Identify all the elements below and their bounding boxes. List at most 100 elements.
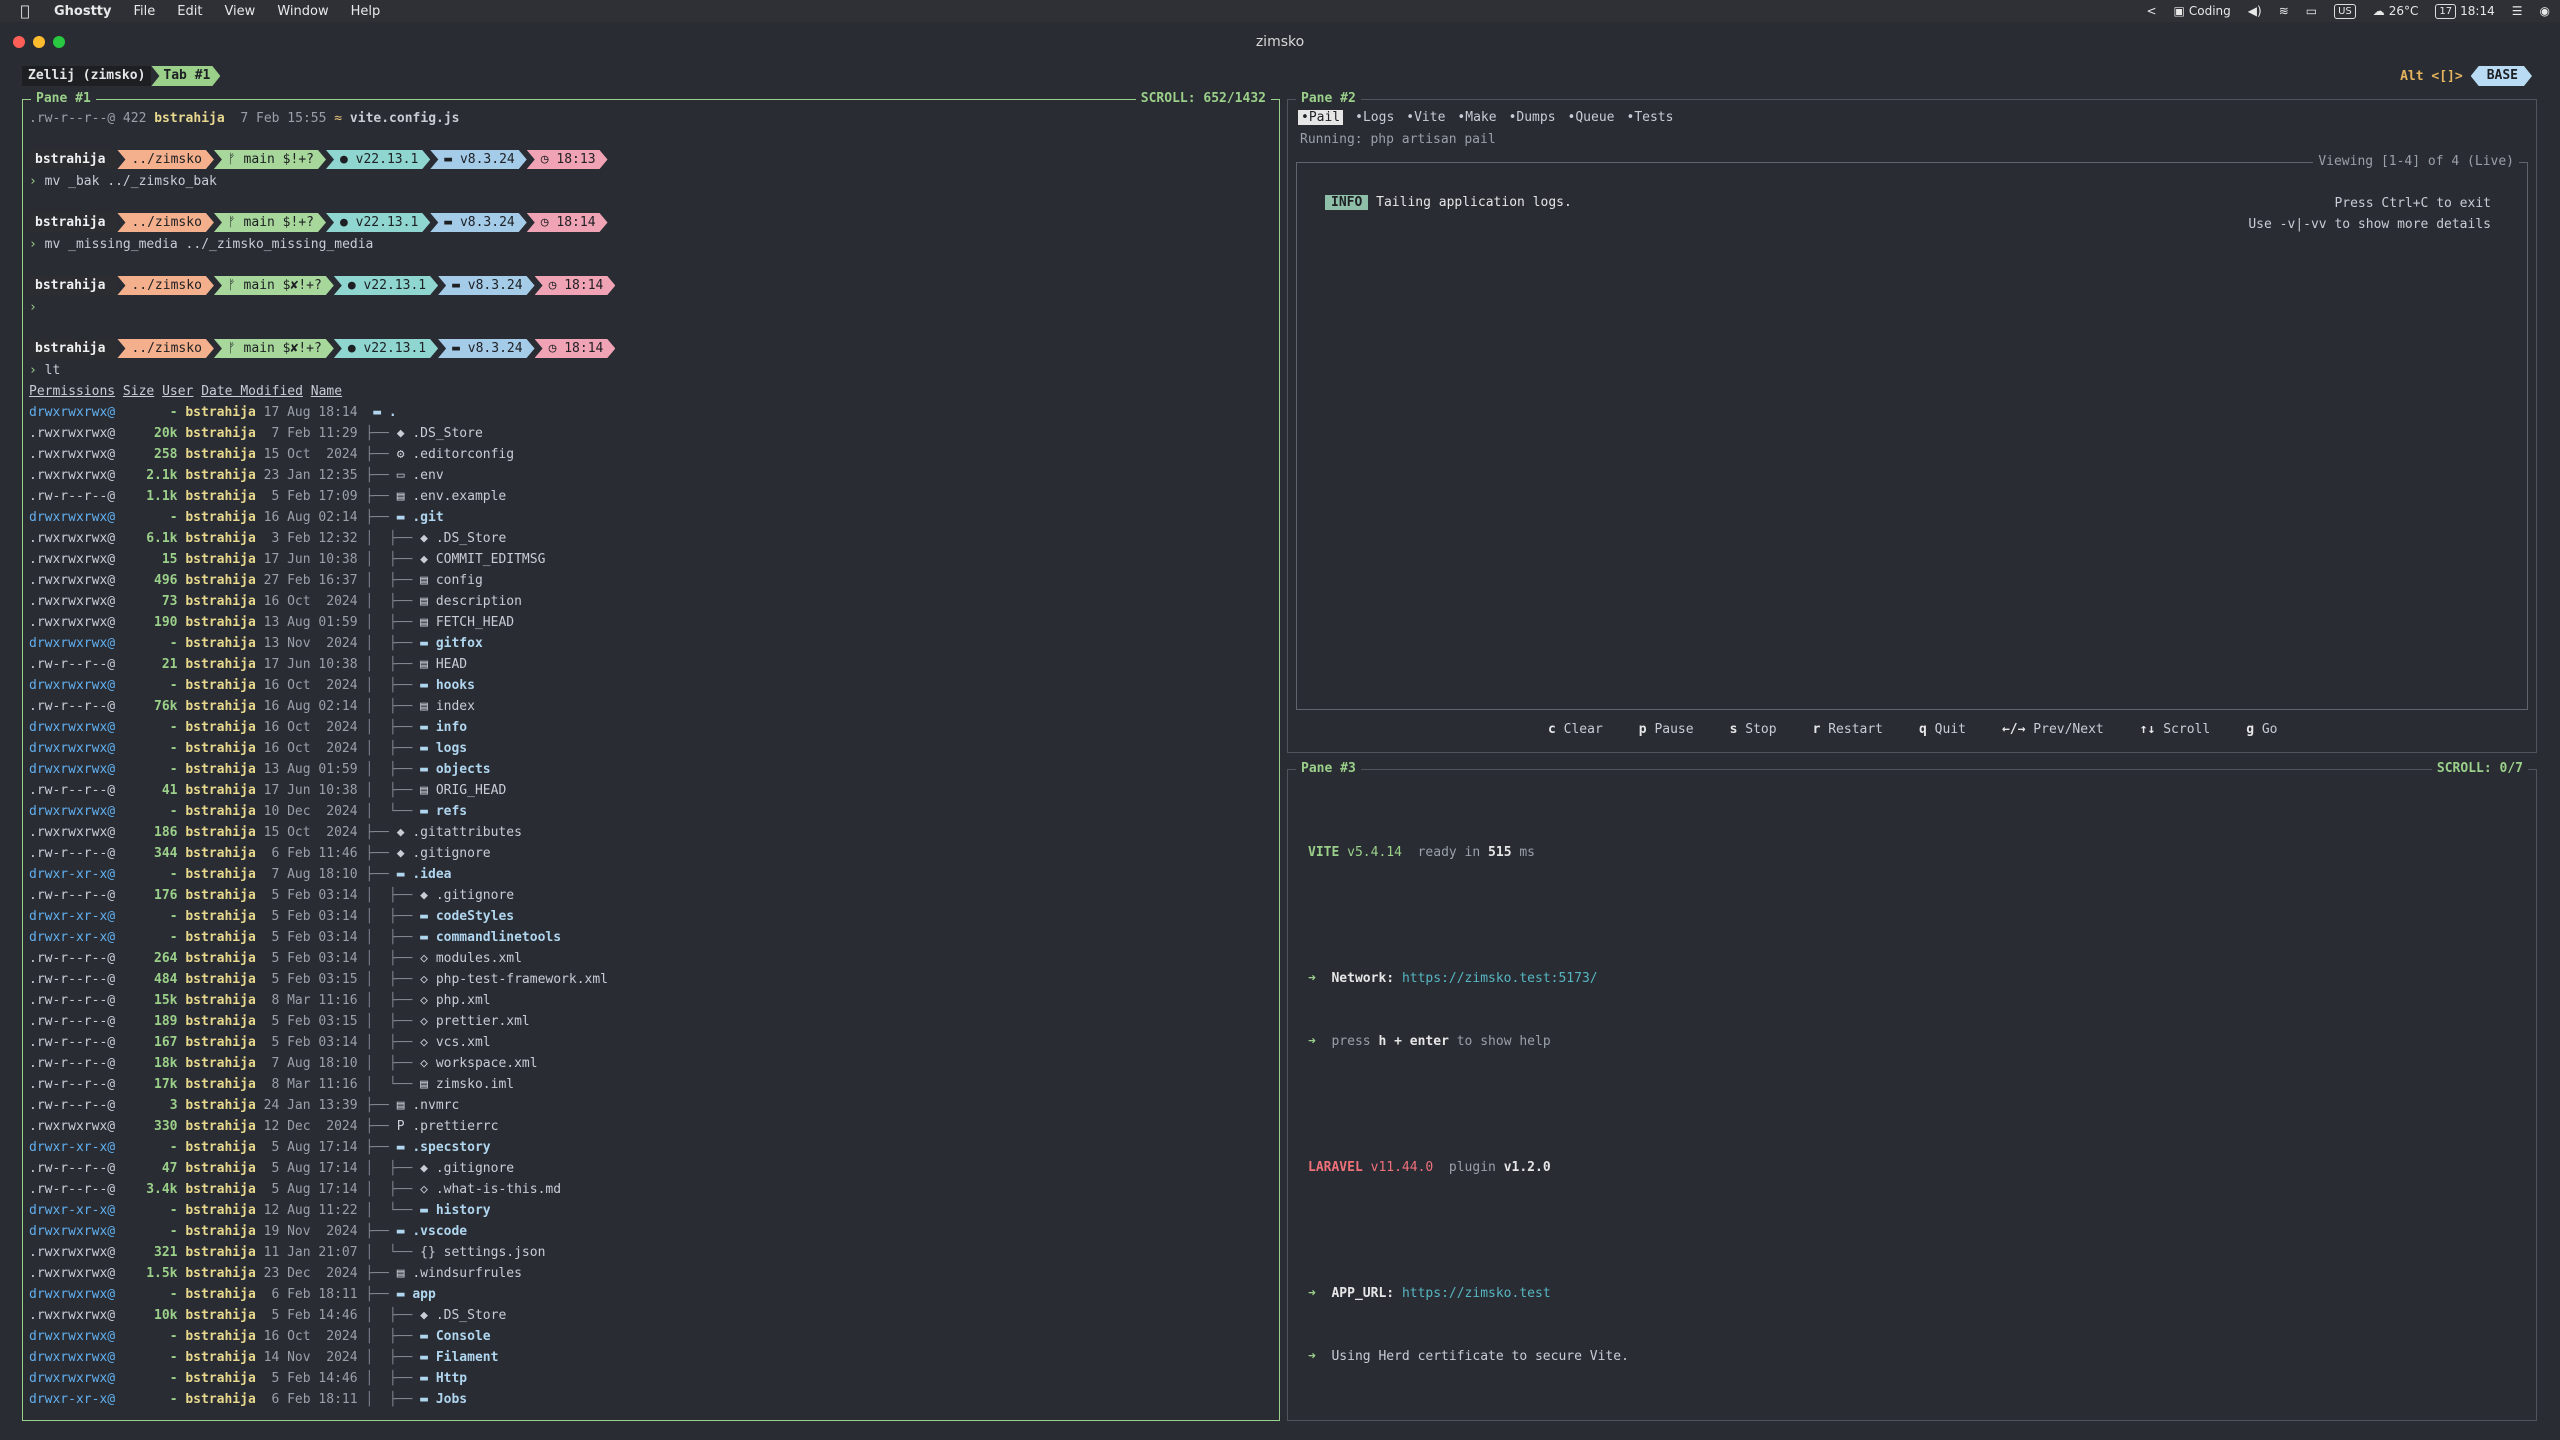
pane-3[interactable]: Pane #3 SCROLL: 0/7 VITE v5.4.14 ready i… — [1287, 760, 2537, 1421]
menu-view[interactable]: View — [224, 4, 255, 19]
ls-row[interactable]: .rw-r--r--@ 1.1k bstrahija 5 Feb 17:09 ├… — [29, 486, 506, 507]
date: 19 Nov 2024 — [263, 1224, 358, 1239]
ls-row[interactable]: drwxr-xr-x@ - bstrahija 5 Feb 03:14 │ ├─… — [29, 906, 514, 927]
focus-mode[interactable]: ▣ Coding — [2174, 4, 2231, 18]
ls-row[interactable]: drwxrwxrwx@ - bstrahija 13 Aug 01:59 │ ├… — [29, 759, 491, 780]
key-stop[interactable]: s Stop — [1730, 722, 1777, 737]
ls-row[interactable]: drwxrwxrwx@ - bstrahija 17 Aug 18:14 ▬ . — [29, 402, 397, 423]
user: bstrahija — [185, 405, 256, 420]
menu-window[interactable]: Window — [277, 4, 328, 19]
key-scroll[interactable]: ↑↓ Scroll — [2140, 722, 2210, 737]
ls-row[interactable]: .rwxrwxrwx@ 15 bstrahija 17 Jun 10:38 │ … — [29, 549, 545, 570]
menu-file[interactable]: File — [134, 4, 156, 19]
ls-row[interactable]: .rwxrwxrwx@ 330 bstrahija 12 Dec 2024 ├─… — [29, 1116, 498, 1137]
ls-row[interactable]: .rw-r--r--@ 176 bstrahija 5 Feb 03:14 │ … — [29, 885, 514, 906]
tab-make[interactable]: •Make — [1457, 110, 1496, 125]
ls-row[interactable]: drwxrwxrwx@ - bstrahija 16 Oct 2024 │ ├─… — [29, 738, 467, 759]
ls-row[interactable]: drwxr-xr-x@ - bstrahija 7 Aug 18:10 ├── … — [29, 864, 451, 885]
ls-row[interactable]: drwxrwxrwx@ - bstrahija 16 Oct 2024 │ ├─… — [29, 675, 475, 696]
log-viewer[interactable]: Viewing [1-4] of 4 (Live) INFO Tailing a… — [1296, 153, 2528, 710]
ls-row[interactable]: drwxr-xr-x@ - bstrahija 6 Feb 18:11 │ ├─… — [29, 1389, 467, 1410]
ls-row[interactable]: .rwxrwxrwx@ 20k bstrahija 7 Feb 11:29 ├─… — [29, 423, 483, 444]
sep — [256, 1056, 264, 1071]
ls-row[interactable]: drwxrwxrwx@ - bstrahija 16 Oct 2024 │ ├─… — [29, 717, 467, 738]
ls-row[interactable]: .rw-r--r--@ 167 bstrahija 5 Feb 03:14 │ … — [29, 1032, 491, 1053]
tab-vite[interactable]: •Vite — [1406, 110, 1445, 125]
sep — [256, 1392, 264, 1407]
menu-app-name[interactable]: Ghostty — [54, 4, 112, 19]
ls-row[interactable]: .rw-r--r--@ 18k bstrahija 7 Aug 18:10 │ … — [29, 1053, 538, 1074]
control-center-icon[interactable]: ☰ — [2512, 4, 2523, 18]
key-prev-next[interactable]: ←/→ Prev/Next — [2002, 722, 2104, 737]
size: 496 — [154, 573, 178, 588]
ls-row[interactable]: .rw-r--r--@ 15k bstrahija 8 Mar 11:16 │ … — [29, 990, 491, 1011]
key-quit[interactable]: q Quit — [1919, 722, 1966, 737]
close-button[interactable] — [13, 36, 25, 48]
apple-icon[interactable]:  — [18, 3, 32, 19]
ls-row[interactable]: .rwxrwxrwx@ 10k bstrahija 5 Feb 14:46 │ … — [29, 1305, 506, 1326]
menu-edit[interactable]: Edit — [177, 4, 202, 19]
weather[interactable]: ☁ 26°C — [2373, 4, 2419, 18]
ls-row[interactable]: .rw-r--r--@ 344 bstrahija 6 Feb 11:46 ├─… — [29, 843, 491, 864]
keyboard-layout[interactable]: US — [2334, 3, 2356, 19]
tree-branch: │ ├── — [365, 573, 413, 588]
ls-row[interactable]: .rwxrwxrwx@ 190 bstrahija 13 Aug 01:59 │… — [29, 612, 514, 633]
ls-row[interactable]: .rwxrwxrwx@ 6.1k bstrahija 3 Feb 12:32 │… — [29, 528, 506, 549]
chevron-left-icon[interactable]: < — [2146, 4, 2156, 18]
ls-row[interactable]: drwxr-xr-x@ - bstrahija 5 Feb 03:14 │ ├─… — [29, 927, 561, 948]
tab-pail[interactable]: •Pail — [1298, 110, 1344, 125]
zoom-button[interactable] — [53, 36, 65, 48]
ls-row[interactable]: drwxrwxrwx@ - bstrahija 10 Dec 2024 │ └─… — [29, 801, 467, 822]
menu-help[interactable]: Help — [351, 4, 381, 19]
ls-row[interactable]: .rw-r--r--@ 189 bstrahija 5 Feb 03:15 │ … — [29, 1011, 530, 1032]
ls-row[interactable]: drwxr-xr-x@ - bstrahija 12 Aug 11:22 │ └… — [29, 1200, 491, 1221]
volume-icon[interactable]: ◀) — [2248, 4, 2262, 18]
date-widget[interactable]: 17 18:14 — [2435, 3, 2495, 19]
ls-row[interactable]: drwxrwxrwx@ - bstrahija 13 Nov 2024 │ ├─… — [29, 633, 483, 654]
ls-row[interactable]: .rw-r--r--@ 76k bstrahija 16 Aug 02:14 │… — [29, 696, 475, 717]
tab-dumps[interactable]: •Dumps — [1509, 110, 1556, 125]
ls-row[interactable]: .rwxrwxrwx@ 186 bstrahija 15 Oct 2024 ├─… — [29, 822, 522, 843]
ls-row[interactable]: .rw-r--r--@ 264 bstrahija 5 Feb 03:14 │ … — [29, 948, 522, 969]
ls-row[interactable]: drwxr-xr-x@ - bstrahija 5 Aug 17:14 ├── … — [29, 1137, 491, 1158]
ls-row[interactable]: .rw-r--r--@ 484 bstrahija 5 Feb 03:15 │ … — [29, 969, 608, 990]
key-restart[interactable]: r Restart — [1813, 722, 1883, 737]
sep — [256, 615, 264, 630]
wifi-icon[interactable]: ≋ — [2279, 4, 2289, 18]
pane-1[interactable]: Pane #1 SCROLL: 652/1432 .rw-r--r--@ 422… — [22, 90, 1280, 1421]
ls-row[interactable]: .rwxrwxrwx@ 2.1k bstrahija 23 Jan 12:35 … — [29, 465, 444, 486]
permissions: .rwxrwxrwx@ — [29, 426, 116, 441]
command: mv _bak ../_zimsko_bak — [44, 174, 217, 189]
tab-1[interactable]: Tab #1 — [151, 66, 220, 86]
key-pause[interactable]: p Pause — [1639, 722, 1694, 737]
app-url[interactable]: https://zimsko.test — [1402, 1286, 1551, 1301]
network-url[interactable]: https://zimsko.test:5173/ — [1402, 971, 1598, 986]
minimize-button[interactable] — [33, 36, 45, 48]
ls-row[interactable]: .rwxrwxrwx@ 258 bstrahija 15 Oct 2024 ├─… — [29, 444, 514, 465]
ls-row[interactable]: .rw-r--r--@ 17k bstrahija 8 Mar 11:16 │ … — [29, 1074, 514, 1095]
pane-2[interactable]: Pane #2 •Pail •Logs •Vite •Make •Dumps •… — [1287, 90, 2537, 753]
ls-row[interactable]: drwxrwxrwx@ - bstrahija 14 Nov 2024 │ ├─… — [29, 1347, 498, 1368]
ls-row[interactable]: .rw-r--r--@ 41 bstrahija 17 Jun 10:38 │ … — [29, 780, 506, 801]
ls-row[interactable]: .rwxrwxrwx@ 1.5k bstrahija 23 Dec 2024 ├… — [29, 1263, 522, 1284]
battery-icon[interactable]: ▭ — [2306, 4, 2317, 18]
sep — [412, 762, 420, 777]
tab-logs[interactable]: •Logs — [1355, 110, 1394, 125]
siri-icon[interactable]: ◉ — [2540, 4, 2550, 18]
ls-row[interactable]: drwxrwxrwx@ - bstrahija 6 Feb 18:11 ├── … — [29, 1284, 436, 1305]
ls-row[interactable]: drwxrwxrwx@ - bstrahija 5 Feb 14:46 │ ├─… — [29, 1368, 467, 1389]
ls-row[interactable]: drwxrwxrwx@ - bstrahija 16 Oct 2024 │ ├─… — [29, 1326, 491, 1347]
ls-row[interactable]: .rw-r--r--@ 21 bstrahija 17 Jun 10:38 │ … — [29, 654, 467, 675]
ls-row[interactable]: .rw-r--r--@ 3 bstrahija 24 Jan 13:39 ├──… — [29, 1095, 459, 1116]
ls-row[interactable]: .rwxrwxrwx@ 496 bstrahija 27 Feb 16:37 │… — [29, 570, 483, 591]
ls-row[interactable]: .rw-r--r--@ 47 bstrahija 5 Aug 17:14 │ ├… — [29, 1158, 514, 1179]
ls-row[interactable]: .rw-r--r--@ 3.4k bstrahija 5 Aug 17:14 │… — [29, 1179, 561, 1200]
key-clear[interactable]: c Clear — [1548, 722, 1603, 737]
tab-queue[interactable]: •Queue — [1568, 110, 1615, 125]
tab-tests[interactable]: •Tests — [1627, 110, 1674, 125]
ls-row[interactable]: .rwxrwxrwx@ 321 bstrahija 11 Jan 21:07 │… — [29, 1242, 545, 1263]
ls-row[interactable]: .rwxrwxrwx@ 73 bstrahija 16 Oct 2024 │ ├… — [29, 591, 522, 612]
ls-row[interactable]: drwxrwxrwx@ - bstrahija 16 Aug 02:14 ├──… — [29, 507, 444, 528]
key-go[interactable]: g Go — [2246, 722, 2277, 737]
ls-row[interactable]: drwxrwxrwx@ - bstrahija 19 Nov 2024 ├── … — [29, 1221, 467, 1242]
